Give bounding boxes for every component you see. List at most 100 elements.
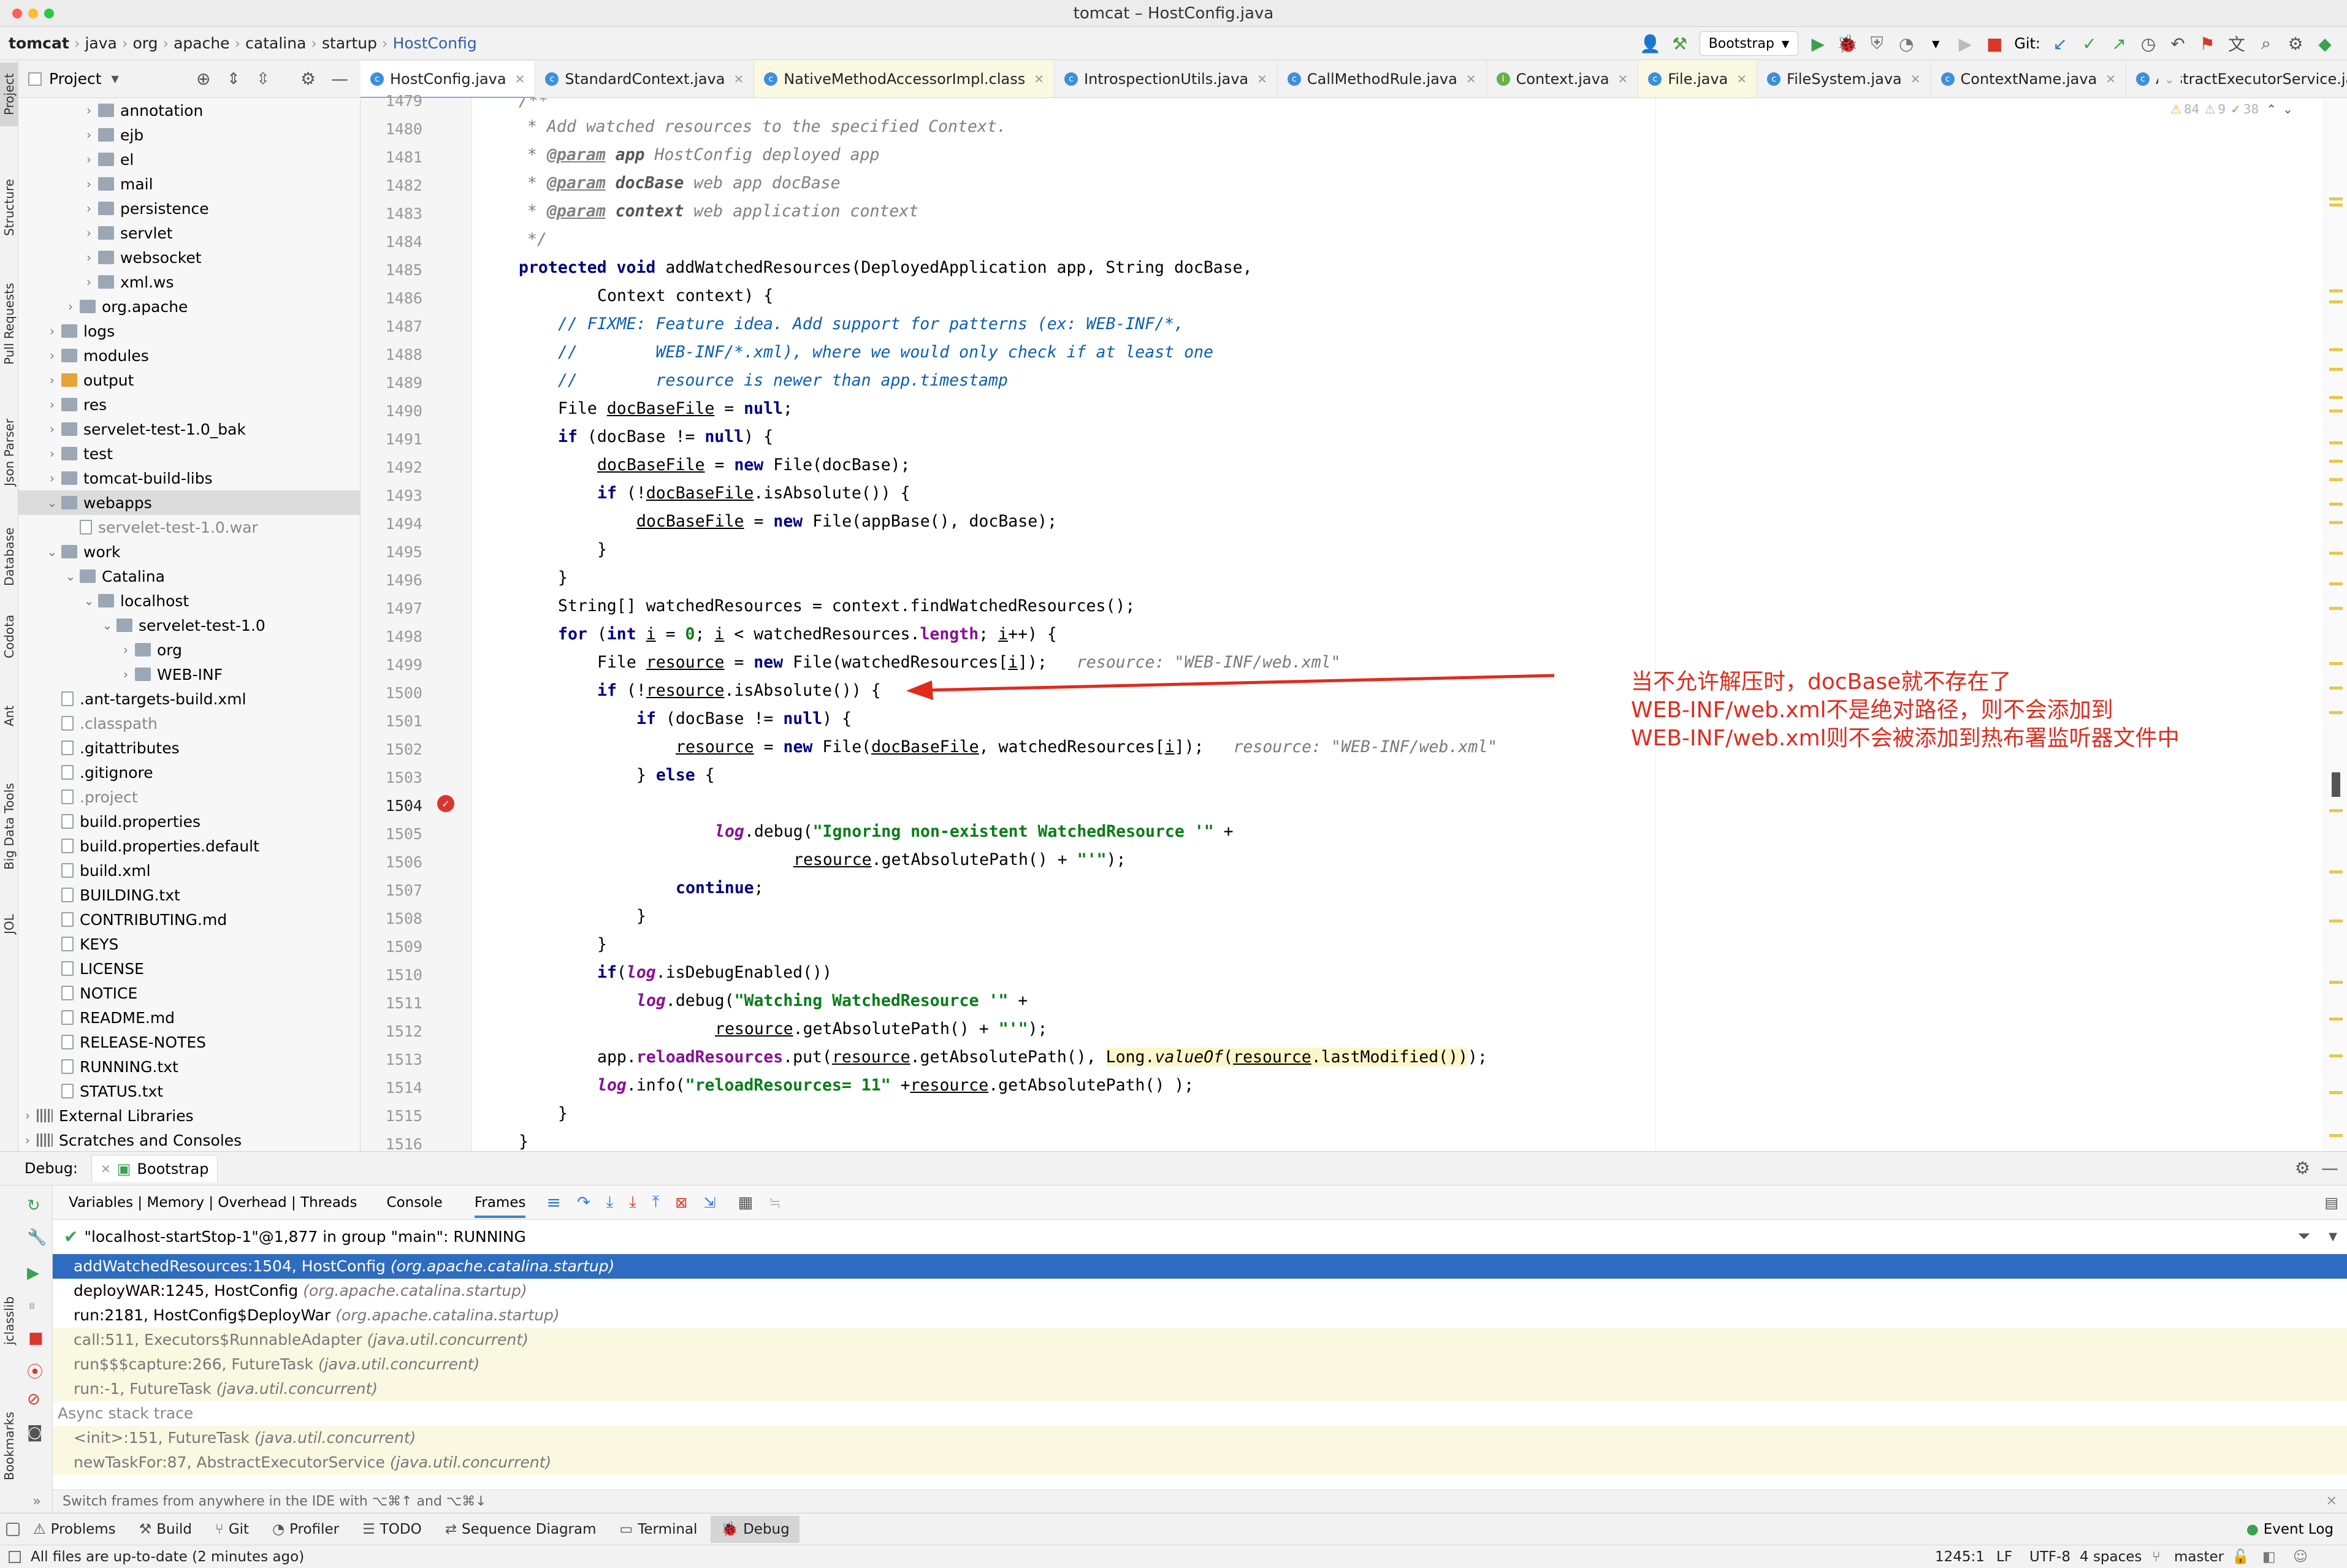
tree-item[interactable]: build.properties.default bbox=[18, 834, 360, 858]
chevron-right-icon[interactable]: › bbox=[43, 446, 61, 461]
close-icon[interactable]: ✕ bbox=[101, 1162, 111, 1176]
resume-program-icon[interactable]: ▶ bbox=[27, 1264, 39, 1282]
rerun-icon[interactable]: ↻ bbox=[27, 1197, 40, 1215]
expand-icon[interactable]: » bbox=[21, 1494, 53, 1509]
tree-item[interactable]: NOTICE bbox=[18, 981, 360, 1005]
chevron-right-icon[interactable]: › bbox=[80, 201, 98, 216]
filter-icon[interactable]: ⏷ bbox=[2297, 1227, 2310, 1246]
chevron-right-icon[interactable]: › bbox=[80, 226, 98, 240]
tree-item[interactable]: ⌄ work bbox=[18, 539, 360, 564]
close-icon[interactable]: ✕ bbox=[1736, 72, 1747, 86]
close-icon[interactable]: ✕ bbox=[1034, 72, 1044, 86]
tree-item[interactable]: .ant-targets-build.xml bbox=[18, 687, 360, 711]
tree-item[interactable]: ⌄ Catalina bbox=[18, 564, 360, 588]
expand-all-icon[interactable]: ⇕ bbox=[227, 70, 240, 88]
user-icon[interactable]: 👤 bbox=[1638, 31, 1663, 56]
tree-item[interactable]: README.md bbox=[18, 1005, 360, 1030]
tree-item[interactable]: CONTRIBUTING.md bbox=[18, 907, 360, 932]
editor-tab[interactable]: c NativeMethodAccessorImpl.class ✕ bbox=[754, 60, 1055, 97]
step-over-icon[interactable]: ⤓ bbox=[606, 1193, 614, 1212]
debug-bug-icon[interactable]: 🐞 bbox=[1835, 31, 1860, 56]
chevron-down-icon[interactable]: ⌄ bbox=[98, 618, 116, 633]
tool-window-jol[interactable]: JOL bbox=[0, 900, 18, 949]
resume-icon[interactable]: ▶ bbox=[1953, 31, 1977, 56]
settings-gear-icon[interactable]: ⚙ bbox=[2283, 31, 2308, 56]
tool-window-bookmarks[interactable]: Bookmarks bbox=[0, 1400, 18, 1492]
tree-item[interactable]: RUNNING.txt bbox=[18, 1054, 360, 1079]
inspection-widget[interactable]: ⚠ 84 ⚠ 9 ✓ 38 ⌃ ⌄ bbox=[2170, 102, 2293, 116]
tree-item[interactable]: › xml.ws bbox=[18, 270, 360, 294]
stack-frame[interactable]: run:-1, FutureTask (java.util.concurrent) bbox=[53, 1377, 2347, 1401]
tree-item[interactable]: › servlet bbox=[18, 221, 360, 245]
lock-icon[interactable]: 🔓 bbox=[2232, 1548, 2250, 1565]
tree-item[interactable]: .project bbox=[18, 785, 360, 809]
chevron-right-icon[interactable]: › bbox=[80, 250, 98, 265]
tree-item[interactable]: › Scratches and Consoles bbox=[18, 1128, 360, 1151]
git-update-icon[interactable]: ↙ bbox=[2048, 31, 2072, 56]
tree-item[interactable]: › External Libraries bbox=[18, 1103, 360, 1128]
breadcrumb-item[interactable]: HostConfig bbox=[388, 34, 482, 52]
close-icon[interactable]: ✕ bbox=[2326, 1494, 2337, 1509]
tool-window-structure[interactable]: Structure bbox=[0, 164, 18, 250]
stop-icon[interactable]: ■ bbox=[28, 1329, 44, 1347]
editor-tab[interactable]: c StandardContext.java ✕ bbox=[535, 60, 755, 97]
step-out-icon[interactable]: ⤒ bbox=[652, 1193, 660, 1212]
tree-item[interactable]: › test bbox=[18, 441, 360, 466]
minimize-window-button[interactable] bbox=[28, 9, 38, 18]
collapse-all-icon[interactable]: ⇳ bbox=[256, 70, 270, 88]
tree-item[interactable]: › ejb bbox=[18, 123, 360, 147]
rollback-icon[interactable]: ↶ bbox=[2166, 31, 2190, 56]
tool-window-database[interactable]: Database bbox=[0, 514, 18, 599]
tree-item[interactable]: › output bbox=[18, 368, 360, 392]
tree-item[interactable]: BUILDING.txt bbox=[18, 883, 360, 907]
tool-tab-terminal[interactable]: ▭ Terminal bbox=[610, 1516, 708, 1543]
tree-item[interactable]: ⌄ webapps bbox=[18, 490, 360, 515]
menu-icon[interactable]: ≡ bbox=[546, 1192, 560, 1212]
tree-item[interactable]: › servelet-test-1.0_bak bbox=[18, 417, 360, 441]
step-into-icon[interactable]: ⤓ bbox=[629, 1193, 636, 1212]
tree-item[interactable]: › el bbox=[18, 147, 360, 172]
close-icon[interactable]: ✕ bbox=[1466, 72, 1476, 86]
locate-target-icon[interactable]: ⊕ bbox=[196, 69, 210, 89]
stack-frame[interactable]: addWatchedResources:1504, HostConfig (org… bbox=[53, 1254, 2347, 1279]
close-icon[interactable]: ✕ bbox=[733, 72, 744, 86]
tree-item[interactable]: .classpath bbox=[18, 711, 360, 736]
more-run-chevron-icon[interactable]: ▼ bbox=[1923, 31, 1948, 56]
run-icon[interactable]: ▶ bbox=[1806, 31, 1830, 56]
tab-overflow-chevron-icon[interactable]: ⌄ bbox=[2164, 72, 2175, 86]
tree-item[interactable]: › annotation bbox=[18, 98, 360, 123]
hide-panel-icon[interactable]: — bbox=[2321, 1158, 2338, 1178]
chevron-right-icon[interactable]: › bbox=[43, 471, 61, 485]
close-icon[interactable]: ✕ bbox=[515, 72, 525, 86]
view-breakpoints-icon[interactable]: ⦿ bbox=[27, 1360, 43, 1382]
tree-item[interactable]: build.xml bbox=[18, 858, 360, 883]
tree-item[interactable]: › tomcat-build-libs bbox=[18, 466, 360, 490]
chevron-right-icon[interactable]: › bbox=[80, 127, 98, 142]
tool-window-pull-requests[interactable]: Pull Requests bbox=[0, 268, 18, 379]
tree-item[interactable]: servelet-test-1.0.war bbox=[18, 515, 360, 539]
debug-tab-frames[interactable]: Frames bbox=[474, 1187, 526, 1218]
tool-window-jclasslib[interactable]: jclasslib bbox=[0, 1277, 18, 1363]
debug-session-tab[interactable]: ✕ ▣ Bootstrap bbox=[91, 1155, 218, 1182]
close-icon[interactable]: ✕ bbox=[1910, 72, 1921, 86]
tool-tab-sequence-diagram[interactable]: ⇄ Sequence Diagram bbox=[435, 1516, 606, 1543]
tool-window-codota[interactable]: Codota bbox=[0, 599, 18, 673]
tree-item[interactable]: › logs bbox=[18, 319, 360, 343]
chevron-right-icon[interactable]: › bbox=[61, 299, 80, 314]
git-push-icon[interactable]: ↗ bbox=[2107, 31, 2131, 56]
chevron-right-icon[interactable]: › bbox=[18, 1108, 37, 1123]
layout-icon[interactable]: ▤ bbox=[2324, 1194, 2338, 1211]
next-highlight-icon[interactable]: ⌄ bbox=[2283, 102, 2293, 116]
editor-tab[interactable]: I Context.java ✕ bbox=[1487, 60, 1639, 97]
close-window-button[interactable] bbox=[12, 9, 22, 18]
event-log-button[interactable]: ● Event Log bbox=[2246, 1521, 2334, 1537]
breadcrumb-item[interactable]: catalina bbox=[240, 34, 311, 52]
profile-icon[interactable]: ◔ bbox=[1894, 31, 1918, 56]
tree-item[interactable]: ⌄ servelet-test-1.0 bbox=[18, 613, 360, 637]
drop-frame-icon[interactable]: ⊠ bbox=[675, 1194, 687, 1211]
chevron-right-icon[interactable]: › bbox=[18, 1133, 37, 1147]
chevron-right-icon[interactable]: › bbox=[80, 275, 98, 289]
tree-item[interactable]: STATUS.txt bbox=[18, 1079, 360, 1103]
chevron-down-icon[interactable]: ⌄ bbox=[43, 544, 61, 559]
tree-item[interactable]: KEYS bbox=[18, 932, 360, 956]
